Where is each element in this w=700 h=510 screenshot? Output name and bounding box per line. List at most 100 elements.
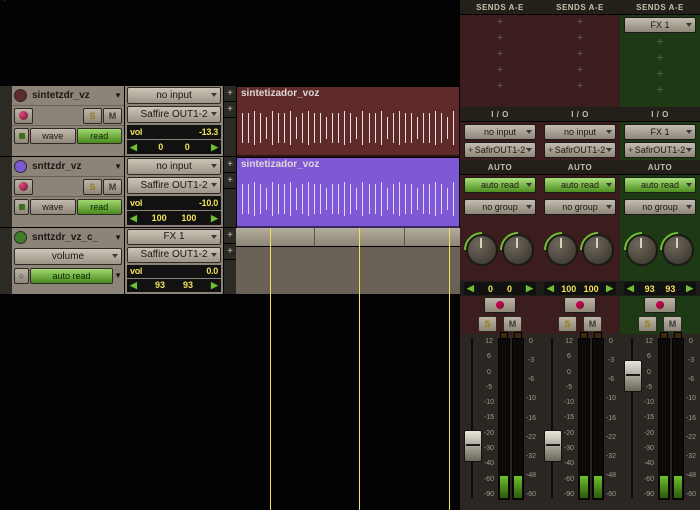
automation-mode-select[interactable]: auto read bbox=[624, 177, 696, 193]
track-lane[interactable]: sintetizador_voz 0 dB bbox=[236, 157, 460, 227]
mute-button[interactable]: M bbox=[103, 179, 122, 195]
track-color-chip[interactable] bbox=[14, 231, 27, 244]
pan-readout[interactable]: ◀93 93▶ bbox=[624, 282, 696, 295]
track-name[interactable]: snttzdr_vz bbox=[30, 161, 113, 172]
record-arm-button[interactable] bbox=[644, 297, 676, 313]
send-slot[interactable]: + bbox=[464, 63, 536, 77]
automation-mode-select[interactable]: auto read bbox=[30, 268, 113, 284]
volume-fader[interactable] bbox=[464, 430, 482, 462]
mute-button[interactable]: M bbox=[503, 316, 522, 332]
track-row: snttzdr_vz_c_ ▼ volume ○ auto read ▼ FX … bbox=[0, 228, 460, 295]
send-slot-assigned[interactable]: FX 1 bbox=[624, 17, 696, 33]
send-slot[interactable]: + bbox=[624, 83, 696, 97]
track-input-select[interactable]: no input bbox=[127, 87, 221, 104]
pan-knob-left[interactable] bbox=[466, 234, 498, 266]
track-name[interactable]: sintetzdr_vz bbox=[30, 90, 113, 101]
track-pan-readout[interactable]: ◀0 0▶ bbox=[127, 140, 221, 154]
track-row: snttzdr_vz ▼ S M wave read no input Saff… bbox=[0, 157, 460, 228]
track-name[interactable]: snttzdr_vz_c_ bbox=[30, 232, 113, 243]
track-output-select[interactable]: Saffire OUT1-2 bbox=[127, 177, 221, 194]
track-output-select[interactable]: Saffire OUT1-2 bbox=[127, 247, 221, 263]
channel-input-select[interactable]: no input bbox=[464, 124, 536, 140]
insert-add-button[interactable]: + bbox=[224, 86, 236, 102]
track-pan-readout[interactable]: ◀100 100▶ bbox=[127, 211, 221, 225]
send-slot[interactable]: + bbox=[624, 67, 696, 81]
track-lane[interactable]: sintetizador_voz 0 dB bbox=[236, 86, 460, 156]
track-view-select[interactable]: volume bbox=[14, 248, 122, 265]
track-vol-readout[interactable]: vol-10.0 bbox=[127, 196, 221, 210]
volume-fader[interactable] bbox=[624, 360, 642, 392]
playhead-icon bbox=[0, 0, 10, 1]
mute-button[interactable]: M bbox=[583, 316, 602, 332]
pan-knob-right[interactable] bbox=[662, 234, 694, 266]
record-arm-button[interactable] bbox=[564, 297, 596, 313]
track-pan-readout[interactable]: ◀93 93▶ bbox=[127, 279, 221, 292]
pan-readout[interactable]: ◀0 0▶ bbox=[464, 282, 536, 295]
automation-mode-select[interactable]: auto read bbox=[464, 177, 536, 193]
group-select[interactable]: no group bbox=[624, 199, 696, 215]
insert-add-button[interactable]: + bbox=[224, 244, 236, 260]
insert-add-button[interactable]: + bbox=[224, 228, 236, 244]
pan-knob-left[interactable] bbox=[546, 234, 578, 266]
volume-fader[interactable] bbox=[544, 430, 562, 462]
track-view-read[interactable]: read bbox=[77, 128, 123, 144]
send-slot[interactable]: + bbox=[544, 63, 616, 77]
track-view-wave[interactable]: wave bbox=[30, 199, 76, 215]
insert-add-button[interactable]: + bbox=[224, 157, 236, 173]
solo-button[interactable]: S bbox=[638, 316, 657, 332]
track-input-monitor[interactable] bbox=[14, 128, 29, 144]
track-lane[interactable] bbox=[236, 228, 460, 294]
track-input-monitor[interactable] bbox=[14, 199, 29, 215]
insert-add-button[interactable]: + bbox=[224, 102, 236, 118]
track-input-select[interactable]: no input bbox=[127, 158, 221, 175]
solo-button[interactable]: S bbox=[478, 316, 497, 332]
channel-input-select[interactable]: no input bbox=[544, 124, 616, 140]
pan-readout[interactable]: ◀100 100▶ bbox=[544, 282, 616, 295]
sends-header: SENDS A-E bbox=[540, 0, 620, 15]
pan-knob-left[interactable] bbox=[626, 234, 658, 266]
automation-mode-select[interactable]: auto read bbox=[544, 177, 616, 193]
level-meter bbox=[658, 338, 670, 500]
level-meter bbox=[592, 338, 604, 500]
track-color-chip[interactable] bbox=[14, 89, 27, 102]
channel-output-select[interactable]: +SafirOUT1-2 bbox=[464, 142, 536, 158]
send-slot[interactable]: + bbox=[544, 15, 616, 29]
send-slot[interactable]: + bbox=[544, 47, 616, 61]
channel-output-select[interactable]: +SafirOUT1-2 bbox=[544, 142, 616, 158]
send-slot[interactable]: + bbox=[464, 47, 536, 61]
mixer-channel-strip: SENDS A-E FX 1 + + + + I / O FX 1 +Safir… bbox=[620, 0, 700, 510]
record-arm-button[interactable] bbox=[14, 108, 33, 124]
solo-button[interactable]: S bbox=[83, 179, 102, 195]
solo-button[interactable]: S bbox=[558, 316, 577, 332]
track-fx-select[interactable]: FX 1 bbox=[127, 229, 221, 245]
insert-add-button[interactable]: + bbox=[224, 173, 236, 189]
record-arm-button[interactable] bbox=[14, 179, 33, 195]
track-vol-readout[interactable]: vol-13.3 bbox=[127, 125, 221, 139]
record-arm-button[interactable] bbox=[484, 297, 516, 313]
mute-button[interactable]: M bbox=[663, 316, 682, 332]
pan-knob-right[interactable] bbox=[502, 234, 534, 266]
channel-input-select[interactable]: FX 1 bbox=[624, 124, 696, 140]
send-slot[interactable]: + bbox=[624, 35, 696, 49]
send-slot[interactable]: + bbox=[544, 79, 616, 93]
channel-output-select[interactable]: +SafirOUT1-2 bbox=[624, 142, 696, 158]
track-view-read[interactable]: read bbox=[77, 199, 123, 215]
send-slot[interactable]: + bbox=[464, 15, 536, 29]
automation-toggle[interactable]: ○ bbox=[14, 268, 29, 284]
track-header: snttzdr_vz ▼ S M wave read bbox=[12, 157, 125, 227]
track-output-select[interactable]: Saffire OUT1-2 bbox=[127, 106, 221, 123]
send-slot[interactable]: + bbox=[464, 79, 536, 93]
timeline-ruler[interactable] bbox=[236, 228, 460, 247]
mute-button[interactable]: M bbox=[103, 108, 122, 124]
send-slot[interactable]: + bbox=[464, 31, 536, 45]
send-slot[interactable]: + bbox=[624, 51, 696, 65]
track-vol-readout[interactable]: vol0.0 bbox=[127, 265, 221, 278]
track-view-wave[interactable]: wave bbox=[30, 128, 76, 144]
solo-button[interactable]: S bbox=[83, 108, 102, 124]
group-select[interactable]: no group bbox=[464, 199, 536, 215]
send-slot[interactable]: + bbox=[544, 31, 616, 45]
group-select[interactable]: no group bbox=[544, 199, 616, 215]
auto-header: AUTO bbox=[620, 160, 700, 175]
track-color-chip[interactable] bbox=[14, 160, 27, 173]
pan-knob-right[interactable] bbox=[582, 234, 614, 266]
